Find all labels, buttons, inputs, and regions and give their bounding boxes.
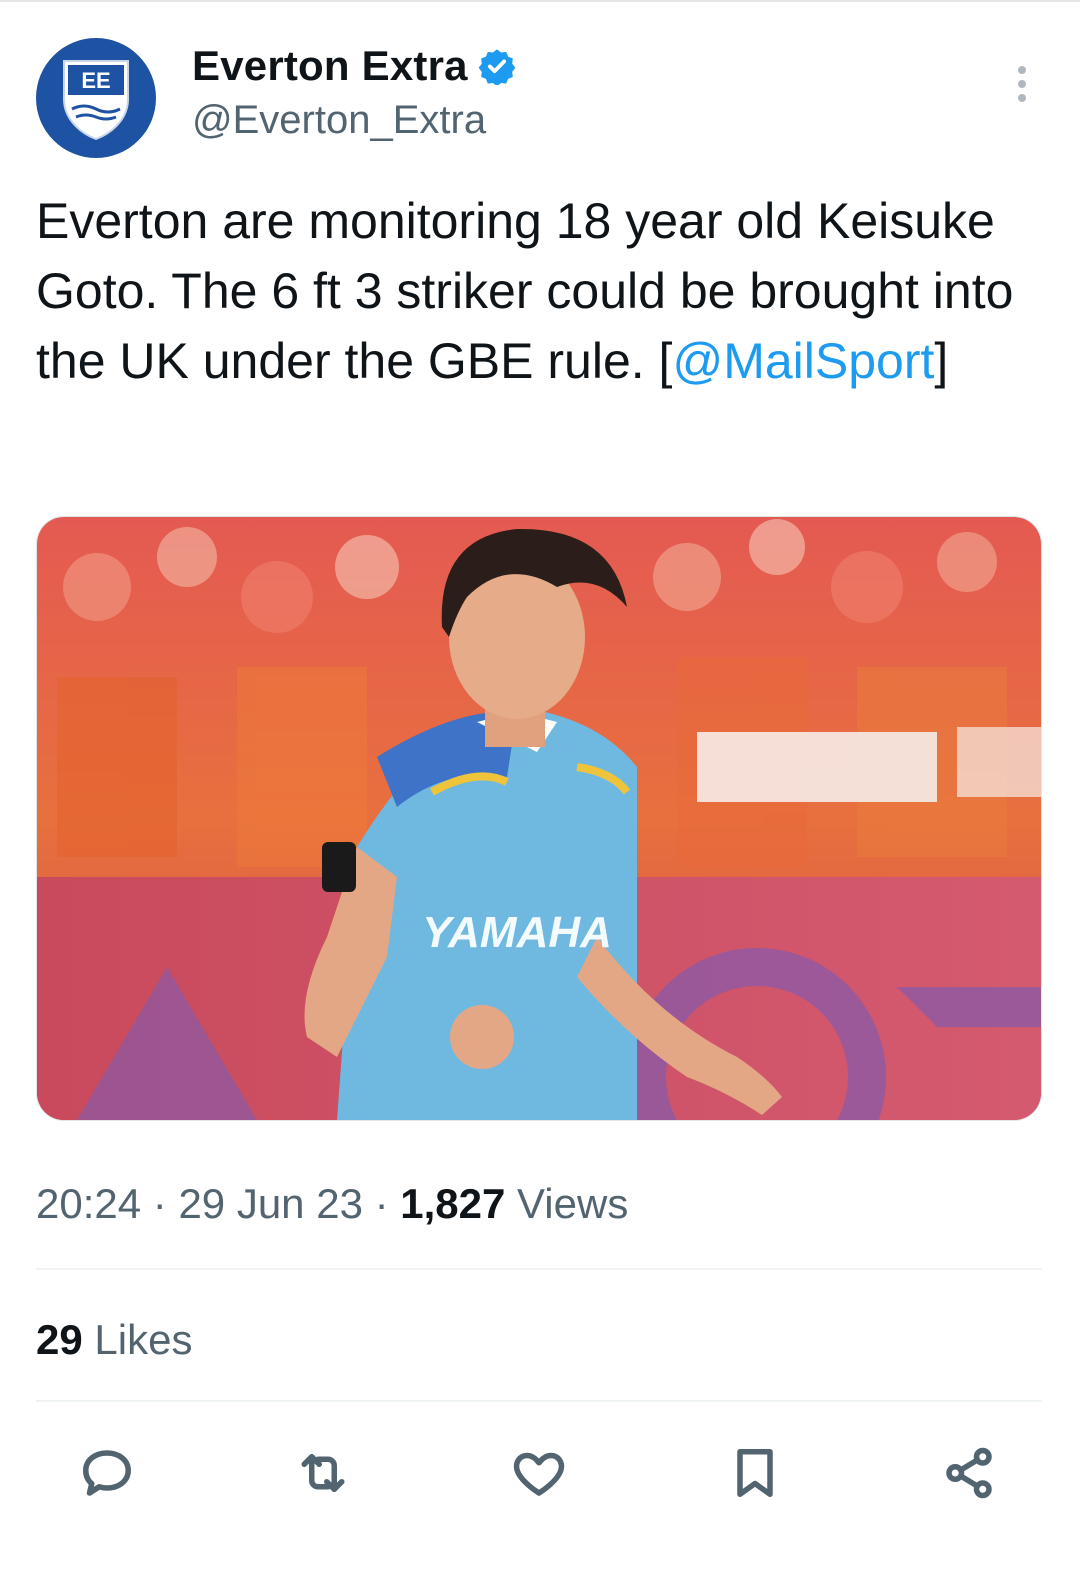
svg-text:YAMAHA: YAMAHA <box>422 908 612 957</box>
likes-count: 29 <box>36 1316 83 1363</box>
retweet-button[interactable] <box>288 1438 358 1508</box>
tweet-body-end: ] <box>934 333 949 389</box>
tweet-header: EE Everton Extra @Everton_Extra <box>36 38 1046 158</box>
user-handle[interactable]: @Everton_Extra <box>192 98 486 143</box>
bookmark-button[interactable] <box>720 1438 790 1508</box>
reply-button[interactable] <box>72 1438 142 1508</box>
likes-label: Likes <box>94 1316 193 1363</box>
display-name[interactable]: Everton Extra <box>192 42 468 90</box>
views-label: Views <box>517 1180 629 1227</box>
tweet-date[interactable]: 29 Jun 23 <box>178 1180 363 1227</box>
divider <box>36 1268 1042 1270</box>
footballer-photo: YAMAHA <box>37 517 1041 1120</box>
action-bar <box>36 1438 1040 1518</box>
divider <box>36 1400 1042 1402</box>
bookmark-icon <box>737 1449 773 1497</box>
tweet-meta: 20:24 · 29 Jun 23 · 1,827 Views <box>36 1180 628 1228</box>
separator-dot: · <box>374 1180 401 1227</box>
heart-icon <box>513 1452 565 1496</box>
club-crest-icon: EE <box>63 60 129 141</box>
share-button[interactable] <box>934 1438 1004 1508</box>
like-button[interactable] <box>504 1438 574 1508</box>
chat-bubble-icon <box>83 1450 131 1496</box>
top-border <box>0 0 1080 2</box>
views-count: 1,827 <box>400 1180 506 1227</box>
separator-dot: · <box>152 1180 179 1227</box>
tweet-photo[interactable]: YAMAHA <box>36 516 1042 1121</box>
svg-text:EE: EE <box>81 68 110 93</box>
more-options-icon[interactable] <box>1012 66 1032 106</box>
verified-badge-icon <box>478 49 516 85</box>
share-icon <box>946 1447 992 1499</box>
tweet-time[interactable]: 20:24 <box>36 1180 141 1227</box>
retweet-icon <box>301 1454 345 1492</box>
avatar[interactable]: EE <box>36 38 156 158</box>
mention-link[interactable]: @MailSport <box>672 333 934 389</box>
tweet-text: Everton are monitoring 18 year old Keisu… <box>36 186 1046 396</box>
likes-row[interactable]: 29 Likes <box>36 1316 192 1364</box>
